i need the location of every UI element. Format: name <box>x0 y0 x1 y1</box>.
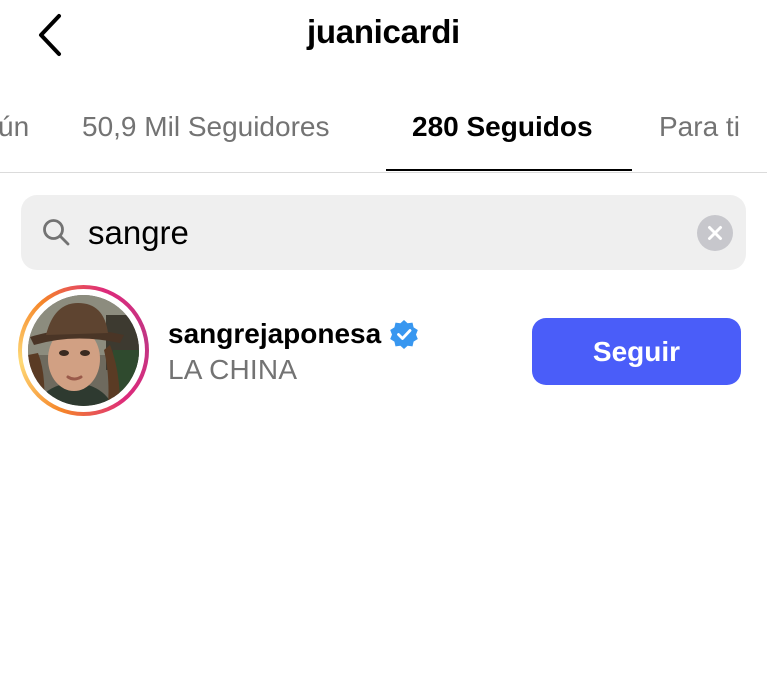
verified-badge-icon <box>390 320 419 349</box>
tab-for-you[interactable]: Para ti <box>659 90 740 172</box>
avatar-photo <box>28 295 139 406</box>
clear-icon <box>708 226 722 240</box>
username-line: sangrejaponesa <box>168 316 419 352</box>
avatar[interactable] <box>18 285 149 416</box>
tab-mutual[interactable]: ún <box>0 90 29 172</box>
page-title: juanicardi <box>307 13 460 50</box>
result-full-name: LA CHINA <box>168 354 298 385</box>
clear-search-button[interactable] <box>697 215 733 251</box>
tab-bar: ún 50,9 Mil Seguidores 280 Seguidos Para… <box>0 90 767 173</box>
tab-followers[interactable]: 50,9 Mil Seguidores <box>82 90 329 172</box>
list-item[interactable]: sangrejaponesa LA CHINA Seguir <box>0 280 767 425</box>
following-list-screen: juanicardi ún 50,9 Mil Seguidores 280 Se… <box>0 0 767 692</box>
result-username[interactable]: sangrejaponesa <box>168 318 381 350</box>
search-query: sangre <box>88 214 189 251</box>
follow-button[interactable]: Seguir <box>532 318 741 385</box>
active-tab-indicator <box>386 169 632 171</box>
search-icon <box>43 219 70 246</box>
header: juanicardi <box>0 0 767 72</box>
search-input[interactable]: sangre <box>21 195 746 270</box>
tab-following[interactable]: 280 Seguidos <box>412 90 593 172</box>
